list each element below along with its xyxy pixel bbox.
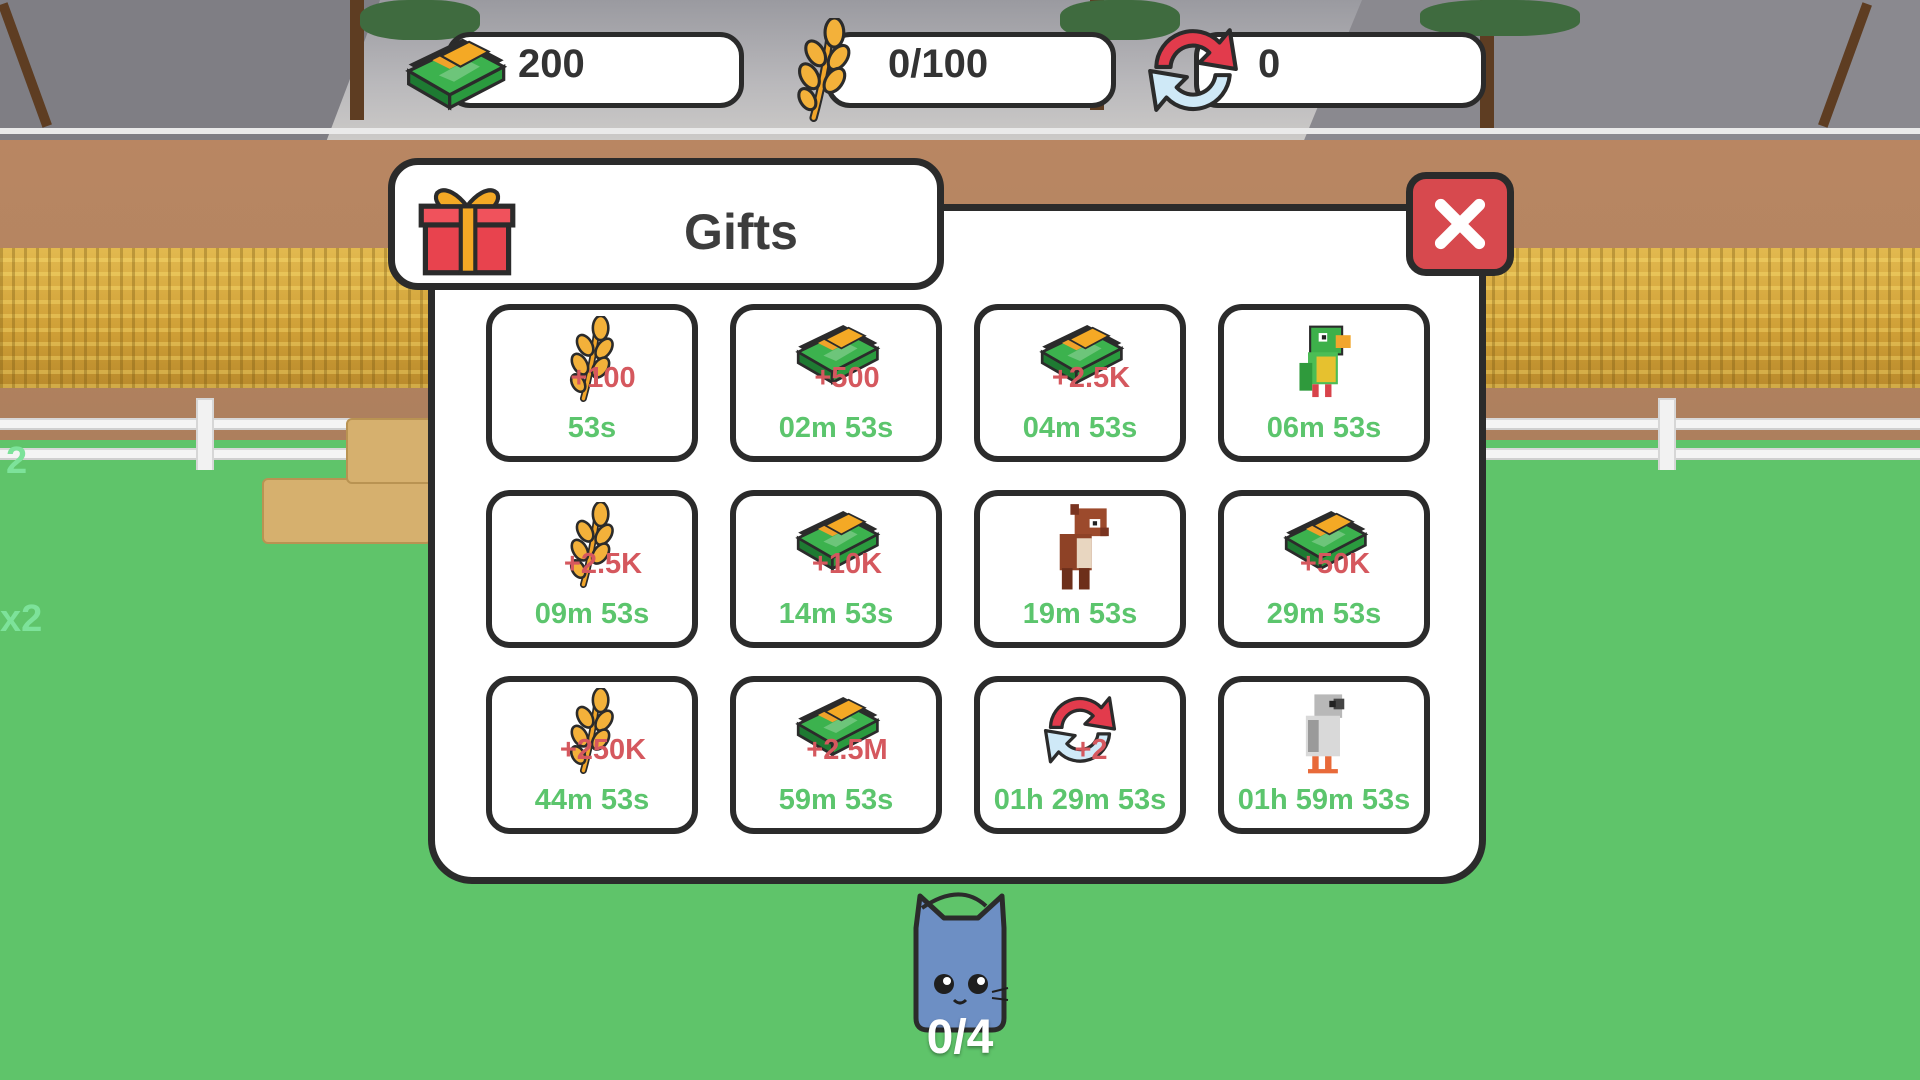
- gift-timer: 14m 53s: [778, 598, 894, 630]
- close-button[interactable]: [1406, 172, 1514, 276]
- parrot-pet-icon: [1284, 316, 1364, 412]
- gift-item[interactable]: +2 01h 29m 53s: [974, 676, 1186, 834]
- gift-timer: 09m 53s: [534, 598, 650, 630]
- wheat-field: [1480, 248, 1920, 388]
- gift-timer: 29m 53s: [1266, 598, 1382, 630]
- gift-item[interactable]: 06m 53s: [1218, 304, 1430, 462]
- gift-item[interactable]: +10K 14m 53s: [730, 490, 942, 648]
- gift-amount: +50K: [1299, 548, 1371, 580]
- gift-item[interactable]: +250K 44m 53s: [486, 676, 698, 834]
- gift-item[interactable]: +100 53s: [486, 304, 698, 462]
- gift-item[interactable]: +2.5M 59m 53s: [730, 676, 942, 834]
- side-multiplier-label: x2: [0, 598, 43, 640]
- cash-icon: [400, 26, 508, 116]
- side-multiplier-label: 2: [6, 440, 28, 482]
- gift-timer: 02m 53s: [778, 412, 894, 444]
- gift-amount: +10K: [811, 548, 883, 580]
- gift-item[interactable]: +2.5K 09m 53s: [486, 490, 698, 648]
- rebirth-icon: [1142, 18, 1244, 120]
- gift-amount: +2.5M: [806, 734, 888, 766]
- horse-pet-icon: [1040, 502, 1120, 598]
- gift-amount: +2.5K: [563, 548, 643, 580]
- gift-item[interactable]: +500 02m 53s: [730, 304, 942, 462]
- gift-timer: 01h 29m 53s: [993, 784, 1167, 816]
- wheat-value: 0/100: [888, 42, 989, 86]
- gift-amount: +250K: [559, 734, 647, 766]
- cash-value: 200: [518, 42, 585, 86]
- fence: [0, 128, 1920, 134]
- hay-bale: [262, 478, 432, 544]
- close-icon: [1428, 192, 1492, 256]
- gift-item[interactable]: +2.5K 04m 53s: [974, 304, 1186, 462]
- tree-foliage: [1420, 0, 1580, 36]
- panel-title: Gifts: [684, 204, 798, 260]
- gift-amount: +2.5K: [1051, 362, 1131, 394]
- rebirth-value: 0: [1258, 42, 1281, 86]
- gift-timer: 04m 53s: [1022, 412, 1138, 444]
- gift-timer: 06m 53s: [1266, 412, 1382, 444]
- wheat-icon: [788, 18, 860, 122]
- pigeon-pet-icon: [1284, 688, 1364, 784]
- pet-capacity-counter: 0/4: [926, 1011, 994, 1064]
- wheat-field: [0, 248, 430, 388]
- gifts-title-tab: Gifts: [388, 158, 944, 290]
- gift-timer: 19m 53s: [1022, 598, 1138, 630]
- gift-amount: +500: [814, 362, 880, 394]
- gift-item[interactable]: 01h 59m 53s: [1218, 676, 1430, 834]
- gift-item[interactable]: +50K 29m 53s: [1218, 490, 1430, 648]
- gift-timer: 44m 53s: [534, 784, 650, 816]
- gift-item[interactable]: 19m 53s: [974, 490, 1186, 648]
- gift-timer: 01h 59m 53s: [1237, 784, 1411, 816]
- gift-timer: 53s: [567, 412, 617, 444]
- gift-amount: +2: [1074, 734, 1108, 766]
- gift-amount: +100: [570, 362, 636, 394]
- gift-timer: 59m 53s: [778, 784, 894, 816]
